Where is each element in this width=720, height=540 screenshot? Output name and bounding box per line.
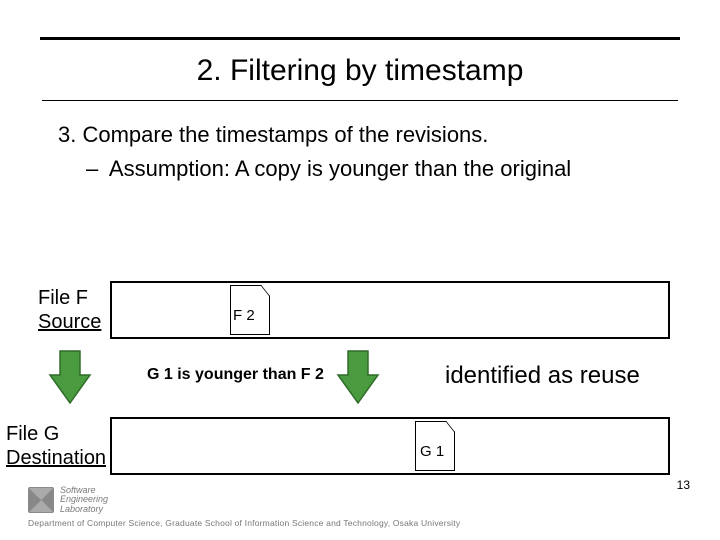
body-text: 3. Compare the timestamps of the revisio… bbox=[58, 120, 680, 183]
file-g-box bbox=[110, 417, 670, 475]
slide-title: 2. Filtering by timestamp bbox=[0, 54, 720, 88]
lab-logo-mark-icon bbox=[28, 487, 54, 513]
file-f-role: Source bbox=[38, 310, 101, 334]
lab-logo: Software Engineering Laboratory bbox=[28, 486, 108, 514]
logo-line3: Laboratory bbox=[60, 505, 108, 514]
down-arrow-icon bbox=[336, 345, 380, 411]
footer-department: Department of Computer Science, Graduate… bbox=[28, 518, 692, 528]
lab-logo-text: Software Engineering Laboratory bbox=[60, 486, 108, 514]
file-g-name: File G bbox=[6, 422, 106, 446]
down-arrow-icon bbox=[48, 345, 92, 411]
file-g-role: Destination bbox=[6, 446, 106, 470]
file-g-label: File G Destination bbox=[6, 422, 106, 470]
document-label-g1: G 1 bbox=[420, 443, 444, 460]
body-line-1: 3. Compare the timestamps of the revisio… bbox=[58, 120, 680, 150]
file-f-label: File F Source bbox=[38, 286, 101, 334]
top-rule bbox=[40, 37, 680, 40]
dash-bullet: – bbox=[86, 154, 104, 184]
slide: 2. Filtering by timestamp 3. Compare the… bbox=[0, 0, 720, 540]
file-f-box bbox=[110, 281, 670, 339]
body-line-2-text: Assumption: A copy is younger than the o… bbox=[109, 156, 571, 181]
title-rule bbox=[42, 100, 678, 101]
document-label-f2: F 2 bbox=[233, 307, 255, 324]
comparison-text: G 1 is younger than F 2 bbox=[147, 366, 324, 384]
body-line-2: – Assumption: A copy is younger than the… bbox=[86, 154, 680, 184]
reuse-result-text: identified as reuse bbox=[445, 362, 640, 390]
slide-number: 13 bbox=[677, 478, 690, 492]
file-f-name: File F bbox=[38, 286, 101, 310]
